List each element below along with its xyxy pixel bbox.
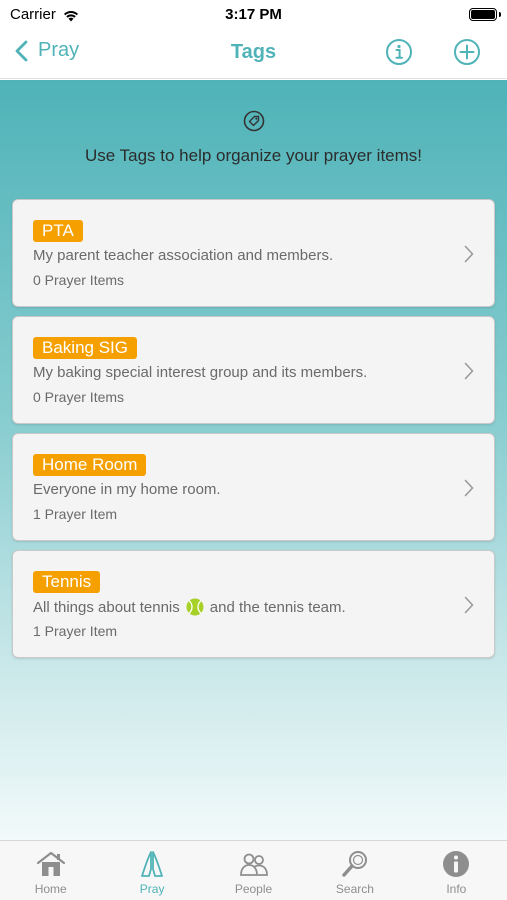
prayer-item-count: 1 Prayer Item: [33, 506, 118, 522]
tag-name-badge: Home Room: [33, 454, 147, 476]
status-time: 3:17 PM: [225, 6, 282, 23]
intro-text: Use Tags to help organize your prayer it…: [84, 146, 423, 165]
tab-label: Info: [446, 882, 467, 896]
tennis-ball-icon: [186, 598, 204, 616]
add-tag-button[interactable]: [453, 38, 481, 66]
tag-description-end: and the tennis team.: [209, 598, 346, 616]
tag-icon: [243, 110, 265, 132]
chevron-right-icon: [464, 245, 474, 263]
tag-description: All things about tennis and the tennis t…: [33, 598, 346, 616]
prayer-item-count: 0 Prayer Items: [33, 389, 125, 405]
people-icon: [239, 853, 268, 876]
tab-people[interactable]: People: [203, 841, 304, 900]
home-icon: [36, 851, 65, 876]
prayer-item-count: 1 Prayer Item: [33, 623, 118, 639]
navigation-bar: Pray Tags: [0, 28, 507, 79]
tag-description: My parent teacher association and member…: [33, 247, 334, 264]
chevron-right-icon: [464, 479, 474, 497]
tag-card-baking-sig[interactable]: Baking SIG My baking special interest gr…: [12, 316, 495, 424]
page-title: Tags: [230, 41, 277, 63]
info-button[interactable]: [385, 38, 413, 66]
tab-search[interactable]: Search: [304, 841, 405, 900]
tag-description: My baking special interest group and its…: [33, 364, 368, 381]
tag-name-badge: PTA: [33, 220, 83, 242]
tab-label: Pray: [139, 882, 165, 896]
tab-bar: Home Pray People Search Info: [0, 840, 507, 900]
tag-card-tennis[interactable]: Tennis All things about tennis and the t…: [12, 550, 495, 658]
tab-label: Home: [34, 882, 67, 896]
chevron-right-icon: [464, 596, 474, 614]
info-icon: [443, 851, 470, 877]
tab-pray[interactable]: Pray: [101, 841, 202, 900]
tab-info[interactable]: Info: [406, 841, 507, 900]
tags-content: Use Tags to help organize your prayer it…: [0, 80, 507, 840]
prayer-item-count: 0 Prayer Items: [33, 272, 125, 288]
status-bar: Carrier 3:17 PM: [0, 0, 507, 28]
tab-label: Search: [335, 882, 374, 896]
tag-description-start: All things about tennis: [33, 598, 180, 616]
tag-description: Everyone in my home room.: [33, 481, 221, 498]
tab-home[interactable]: Home: [0, 841, 101, 900]
search-icon: [342, 851, 367, 877]
tab-label: People: [234, 882, 273, 896]
tag-name-badge: Tennis: [33, 571, 101, 593]
battery-icon: [469, 8, 501, 21]
tag-card-home-room[interactable]: Home Room Everyone in my home room. 1 Pr…: [12, 433, 495, 541]
chevron-right-icon: [464, 362, 474, 380]
tag-card-pta[interactable]: PTA My parent teacher association and me…: [12, 199, 495, 307]
praying-hands-icon: [141, 851, 164, 877]
tag-name-badge: Baking SIG: [33, 337, 137, 359]
